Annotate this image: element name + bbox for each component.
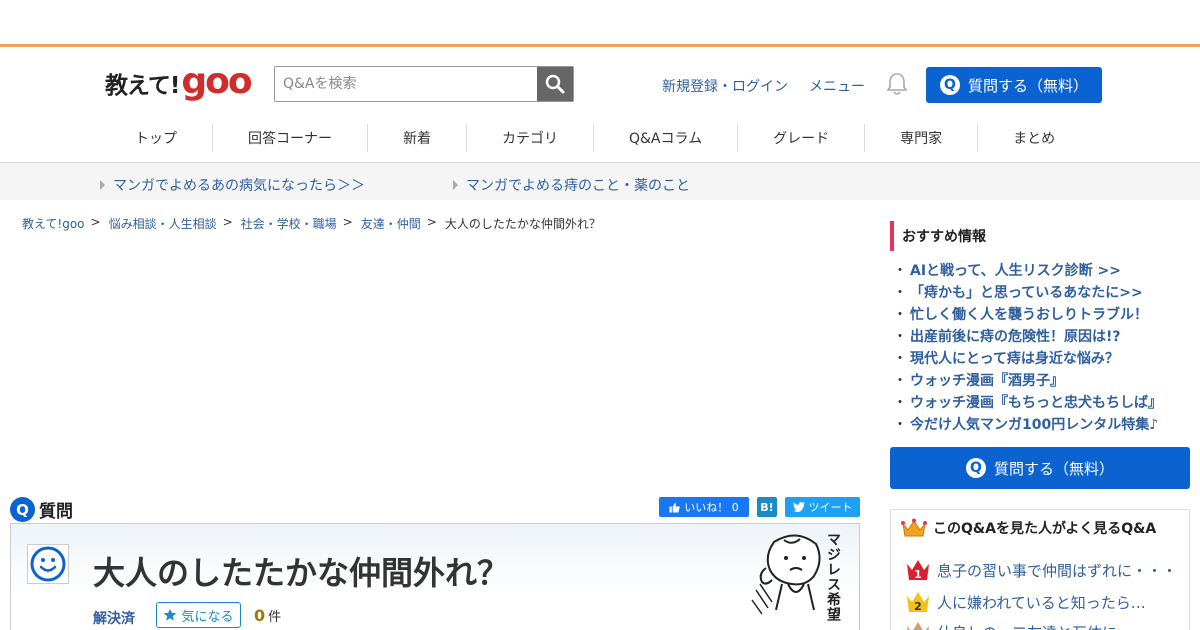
hatena-bookmark-button[interactable]: B!: [757, 497, 777, 517]
ask-question-button[interactable]: Q 質問する（無料）: [926, 67, 1102, 103]
search-button[interactable]: [537, 67, 573, 101]
search-box: [274, 66, 574, 102]
nav-item-category[interactable]: カテゴリ: [467, 124, 594, 152]
breadcrumb-separator: >: [426, 215, 437, 229]
star-icon: [164, 608, 177, 621]
recommended-item[interactable]: ・ AIと戦って、人生リスク診断 >>: [893, 259, 1162, 281]
recommended-item[interactable]: ・忙しく働く人を襲うおしりトラブル！: [893, 303, 1162, 325]
ranking-item[interactable]: 2 人に嫌われていると知ったら…: [905, 590, 1146, 614]
bell-icon[interactable]: [886, 72, 908, 96]
tweet-button[interactable]: ツイート: [785, 497, 860, 517]
breadcrumb-item[interactable]: 社会・学校・職場: [241, 215, 337, 232]
watch-count: 0件: [254, 606, 282, 625]
hatena-bookmark-label: B!: [760, 500, 774, 514]
facebook-like-label: いいね！ 0: [684, 501, 739, 514]
breadcrumb-separator: >: [222, 215, 233, 229]
stamp-text: マジレス希望: [825, 532, 841, 622]
tweet-label: ツイート: [808, 501, 853, 514]
main-nav: トップ 回答コーナー 新着 カテゴリ Q&Aコラム グレード 専門家 まとめ: [100, 122, 1090, 154]
promo-bar: マンガでよめるあの病気になったら＞＞ マンガでよめる痔のこと・薬のこと: [0, 162, 1200, 200]
ask-question-label: 質問する（無料）: [967, 76, 1088, 95]
recommended-item[interactable]: ・今だけ人気マンガ100円レンタル特集♪: [893, 413, 1162, 435]
breadcrumb: 教えて!goo > 悩み相談・人生相談 > 社会・学校・職場 > 友達・仲間 >…: [22, 215, 601, 232]
svg-text:2: 2: [914, 600, 922, 613]
rank-2-crown-icon: 2: [907, 592, 929, 613]
menu-link[interactable]: メニュー: [809, 76, 865, 96]
question-card: 大人のしたたかな仲間外れ？ 解決済 気になる 0件 マジレス希望: [10, 523, 860, 630]
logo-text: 教えて!: [105, 73, 180, 99]
nav-item-grade[interactable]: グレード: [738, 124, 866, 152]
nav-item-top[interactable]: トップ: [100, 124, 213, 152]
ranking-item[interactable]: 1 息子の習い事で仲間はずれに・・・: [905, 558, 1177, 582]
question-section-label: 質問: [39, 502, 73, 522]
triangle-icon: [453, 180, 458, 190]
breadcrumb-separator: >: [342, 215, 353, 229]
nav-item-qa-column[interactable]: Q&Aコラム: [594, 124, 739, 152]
top-ad-area: [0, 0, 1200, 47]
facebook-like-button[interactable]: いいね！ 0: [659, 497, 749, 517]
ranking-item[interactable]: 3 仕良しの一二友達と互体に: [905, 620, 1117, 630]
twitter-bird-icon: [792, 502, 805, 512]
search-input[interactable]: [275, 67, 537, 101]
ranking-title: このQ&Aを見た人がよく見るQ&A: [901, 518, 1156, 538]
recommended-list: ・ AIと戦って、人生リスク診断 >> ・「痔かも」と思っているあなたに>> ・忙…: [893, 259, 1162, 435]
question-title: 大人のしたたかな仲間外れ？: [93, 554, 510, 592]
q-icon: Q: [965, 458, 986, 478]
promo-link-manga-illness[interactable]: マンガでよめるあの病気になったら＞＞: [100, 175, 365, 195]
thumbs-up-icon: [669, 502, 680, 513]
q-icon: Q: [939, 75, 960, 95]
recommended-item[interactable]: ・ウォッチ漫画『もちっと忠犬もちしば』: [893, 391, 1162, 413]
watch-button[interactable]: 気になる: [156, 602, 241, 628]
crown-icon: [901, 518, 927, 537]
promo-link-manga-hemorrhoids[interactable]: マンガでよめる痔のこと・薬のこと: [453, 175, 690, 195]
recommended-title: おすすめ情報: [890, 221, 986, 251]
nav-item-new[interactable]: 新着: [368, 124, 467, 152]
avatar[interactable]: [27, 544, 69, 584]
breadcrumb-current: 大人のしたたかな仲間外れ？: [444, 217, 601, 231]
related-qa-ranking: このQ&Aを見た人がよく見るQ&A 1 息子の習い事で仲間はずれに・・・ 2 人…: [890, 509, 1190, 630]
rank-3-crown-icon: 3: [907, 622, 929, 630]
search-icon: [545, 74, 565, 94]
logo-brand: goo: [181, 61, 252, 102]
recommended-item[interactable]: ・「痔かも」と思っているあなたに>>: [893, 281, 1162, 303]
recommended-item[interactable]: ・現代人にとって痔は身近な悩み？: [893, 347, 1162, 369]
question-section-header: Q 質問: [10, 497, 73, 522]
breadcrumb-item[interactable]: 悩み相談・人生相談: [109, 215, 217, 232]
signup-login-link[interactable]: 新規登録・ログイン: [662, 76, 788, 96]
resolved-status: 解決済: [93, 611, 135, 627]
rank-1-crown-icon: 1: [907, 560, 929, 581]
smiley-avatar-icon: [30, 546, 66, 582]
breadcrumb-item[interactable]: 教えて!goo: [22, 215, 85, 232]
sidebar-ask-question-label: 質問する（無料）: [993, 459, 1114, 478]
nav-item-matome[interactable]: まとめ: [978, 124, 1090, 152]
recommended-item[interactable]: ・ウォッチ漫画『酒男子』: [893, 369, 1162, 391]
svg-text:1: 1: [914, 568, 922, 581]
q-badge-icon: Q: [10, 497, 35, 522]
triangle-icon: [100, 180, 105, 190]
nav-item-answer-corner[interactable]: 回答コーナー: [213, 124, 368, 152]
breadcrumb-separator: >: [90, 215, 101, 229]
nav-item-expert[interactable]: 専門家: [865, 124, 979, 152]
watch-label: 気になる: [181, 609, 234, 625]
sidebar-ask-question-button[interactable]: Q 質問する（無料）: [890, 447, 1190, 489]
recommended-item[interactable]: ・出産前後に痔の危険性！原因は!?: [893, 325, 1162, 347]
site-logo[interactable]: 教えて! goo: [105, 61, 253, 102]
breadcrumb-item[interactable]: 友達・仲間: [361, 215, 421, 232]
